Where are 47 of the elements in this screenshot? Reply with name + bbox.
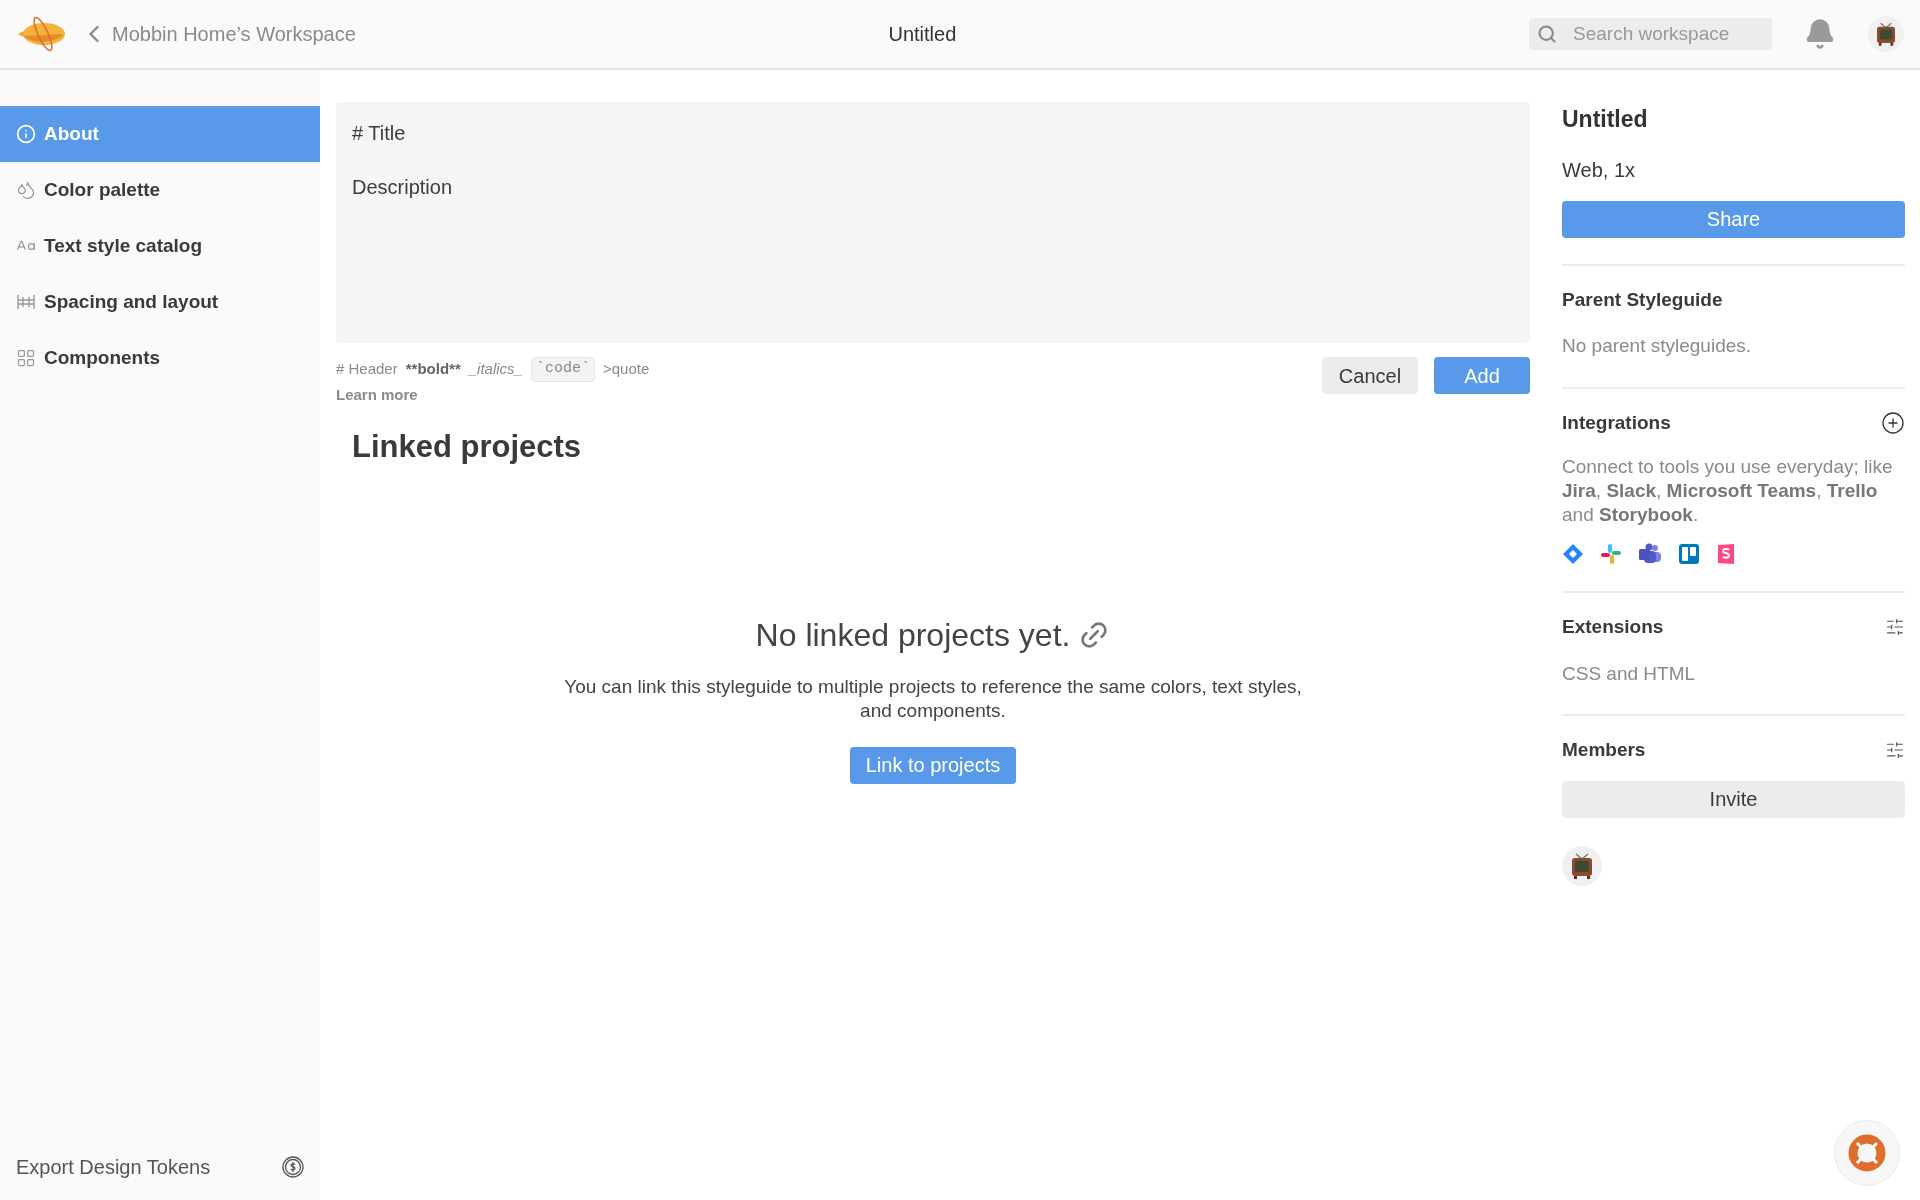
droplets-icon xyxy=(16,180,36,200)
bell-icon[interactable] xyxy=(1804,18,1836,50)
info-icon xyxy=(16,124,36,144)
document-title: Untitled xyxy=(888,22,957,47)
coin-icon[interactable] xyxy=(282,1156,304,1178)
diamond-icon[interactable] xyxy=(1562,543,1584,565)
platform-label: Web, 1x xyxy=(1562,157,1636,183)
spacing-icon xyxy=(16,292,36,312)
panel-text: No parent styleguides. xyxy=(1562,334,1753,358)
sidebar-item[interactable]: Components xyxy=(0,330,320,386)
panel-heading: Integrations xyxy=(1562,410,1671,435)
markdown-hint: >quote xyxy=(602,359,650,379)
people-icon[interactable] xyxy=(1638,543,1662,565)
board-icon[interactable] xyxy=(1678,543,1700,565)
lifebuoy-icon xyxy=(1847,1133,1887,1173)
avatar[interactable] xyxy=(1562,845,1602,886)
hash-icon[interactable] xyxy=(1600,543,1622,565)
bookmark-icon[interactable] xyxy=(1716,543,1736,565)
avatar[interactable] xyxy=(1868,16,1904,52)
sidebar-item[interactable]: Text style catalog xyxy=(0,218,320,274)
sidebar-item[interactable]: Spacing and layout xyxy=(0,274,320,330)
invite-button[interactable]: Invite xyxy=(1562,780,1905,818)
integrations-text: Connect to tools you use everyday; like Jira, Slack, Microsoft Teams, Trello and Storybook. xyxy=(1562,455,1894,527)
cancel-button[interactable]: Cancel xyxy=(1322,357,1418,394)
title-field[interactable]: # Title xyxy=(336,102,1530,160)
export-link[interactable]: Export Design Tokens xyxy=(16,1152,211,1182)
search-icon xyxy=(1537,24,1557,44)
markdown-hint: # Header xyxy=(336,359,398,379)
panel-text: CSS and HTML xyxy=(1562,661,1697,686)
markdown-hint: _italics_ xyxy=(468,359,523,379)
markdown-hint: `code` xyxy=(530,357,595,382)
panel-heading: Extensions xyxy=(1562,615,1664,639)
description-field[interactable]: Description xyxy=(336,160,1530,343)
grid-icon xyxy=(16,348,36,368)
empty-state-text: You can link this styleguide to multiple projects to reference the same colors, text styles, and components. xyxy=(563,674,1303,723)
sliders-icon[interactable] xyxy=(1885,617,1905,638)
panel-heading: Parent Styleguide xyxy=(1562,287,1723,312)
markdown-hint: **bold** xyxy=(405,359,461,379)
empty-state-title: No linked projects yet. xyxy=(755,615,1071,655)
panel-heading: Members xyxy=(1562,738,1646,762)
airship-logo[interactable] xyxy=(16,14,68,54)
add-icon[interactable] xyxy=(1881,410,1905,435)
sidebar-item[interactable]: Color palette xyxy=(0,162,320,218)
sliders-icon[interactable] xyxy=(1885,740,1905,761)
search-field[interactable]: Search workspace xyxy=(1529,18,1772,50)
section-heading: Linked projects xyxy=(352,428,583,466)
styleguide-title: Untitled xyxy=(1562,105,1649,134)
